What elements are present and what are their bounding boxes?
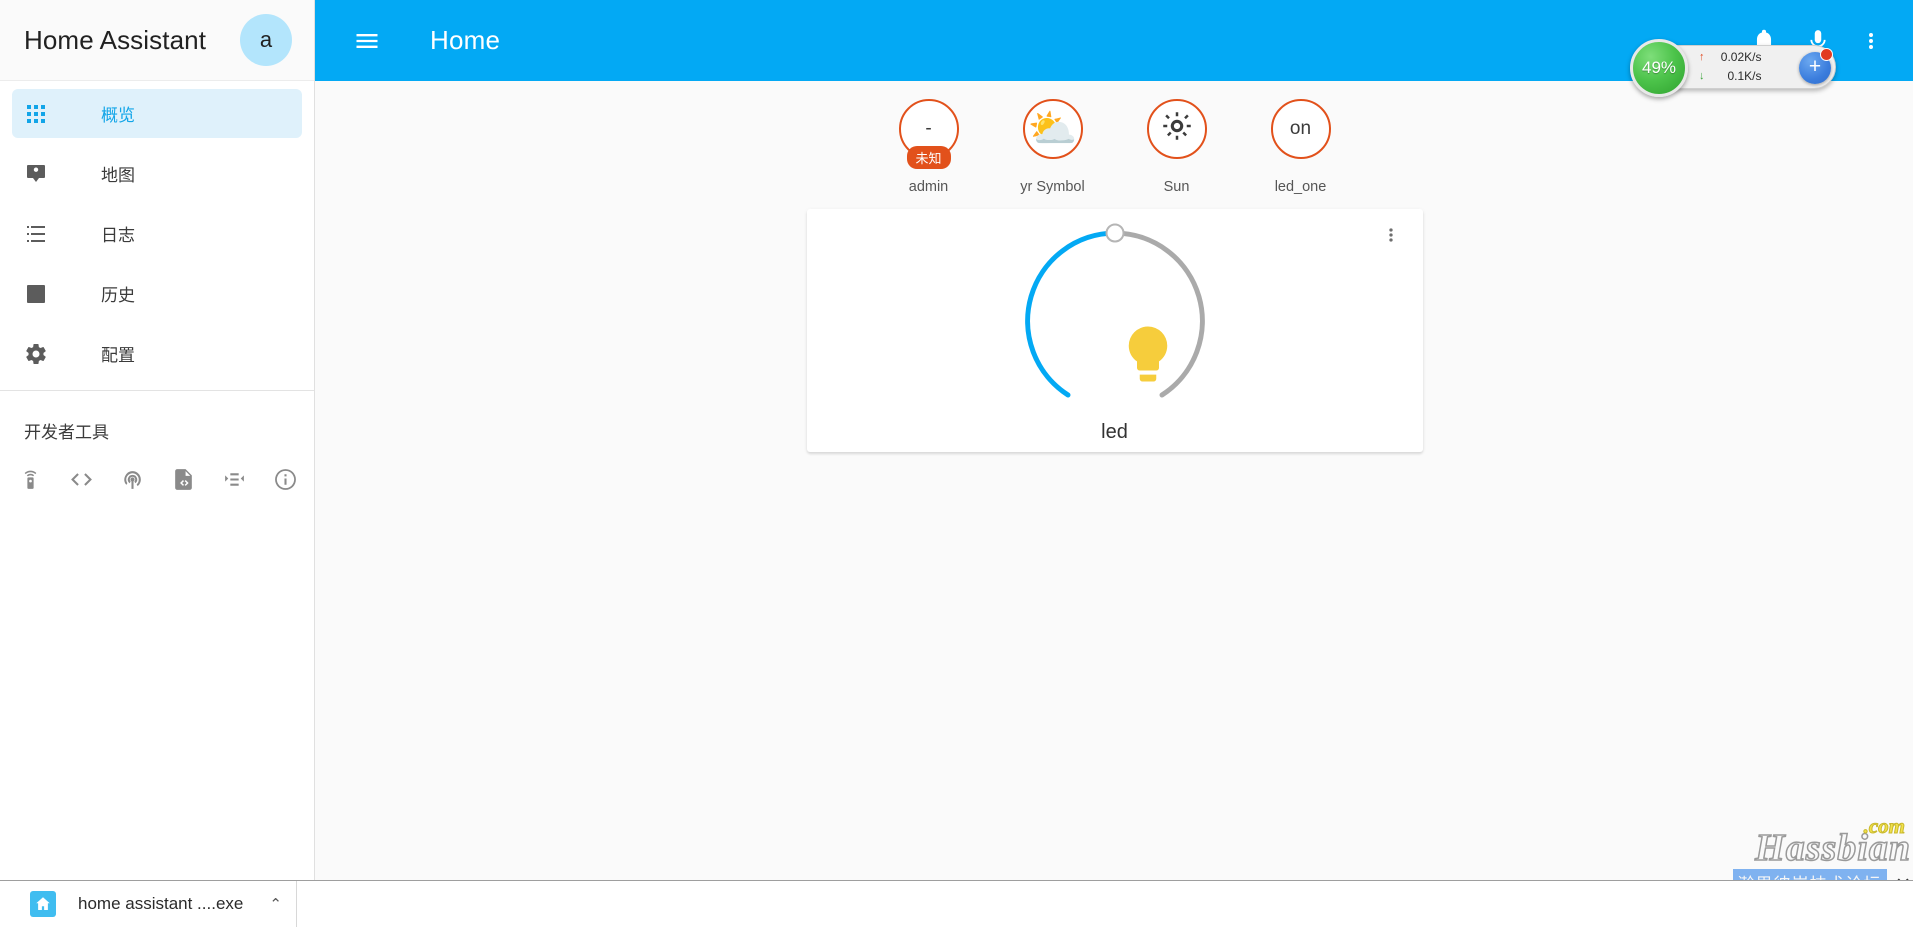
card-grid: led — [316, 209, 1913, 452]
arrow-up-icon: ↑ — [1699, 51, 1705, 64]
chart-box-icon — [24, 282, 68, 306]
badge-name: admin — [908, 179, 949, 195]
sun-icon — [1162, 111, 1192, 147]
badge-sun[interactable]: Sun — [1128, 99, 1226, 195]
brightness-handle — [1105, 223, 1124, 243]
chevron-up-icon[interactable]: ⌃ — [269, 895, 282, 913]
sidebar: Home Assistant a 概览 地图 日志 历史 配置 开发者工具 — [0, 0, 315, 880]
sidebar-item-label: 历史 — [101, 286, 135, 305]
badge-led-one[interactable]: on led_one — [1252, 99, 1350, 195]
brightness-dial[interactable] — [1017, 223, 1213, 419]
download-bar: home assistant ....exe ⌃ — [0, 880, 1913, 927]
sidebar-item-label: 日志 — [101, 226, 135, 245]
main-content: - 未知 admin ⛅ yr Symbol Sun on led_one le… — [316, 81, 1913, 880]
badge-row: - 未知 admin ⛅ yr Symbol Sun on led_one — [316, 81, 1913, 195]
download-file-name: home assistant ....exe — [78, 894, 244, 913]
notification-dot-badge — [1820, 48, 1833, 61]
upload-rate-value: 0.02K/s — [1720, 50, 1762, 65]
gear-icon — [24, 342, 68, 366]
cpu-gauge[interactable]: 49% — [1630, 39, 1688, 97]
dots-vertical-icon[interactable] — [1381, 225, 1401, 245]
sidebar-item-label: 配置 — [101, 346, 135, 365]
sidebar-item-overview[interactable]: 概览 — [12, 89, 302, 138]
badge-state-label: 未知 — [906, 146, 951, 169]
badge-admin[interactable]: - 未知 admin — [880, 99, 978, 195]
badge-value: on — [1289, 118, 1312, 139]
sidebar-item-logbook[interactable]: 日志 — [12, 209, 302, 258]
sidebar-item-label: 地图 — [101, 166, 135, 185]
badge-circle: on — [1270, 99, 1331, 159]
grid-icon — [24, 102, 68, 126]
network-rates: ↑ 0.02K/s ↓ 0.1K/s — [1699, 48, 1762, 85]
sidebar-item-configuration[interactable]: 配置 — [12, 329, 302, 378]
developer-tools-icons — [0, 443, 314, 492]
developer-tools-heading: 开发者工具 — [24, 423, 109, 442]
weather-partly-cloudy-icon: ⛅ — [1027, 107, 1078, 151]
badge-yr-symbol[interactable]: ⛅ yr Symbol — [1004, 99, 1102, 195]
hamburger-icon[interactable] — [353, 27, 381, 55]
arrow-down-icon: ↓ — [1699, 69, 1705, 82]
avatar[interactable]: a — [240, 14, 292, 66]
card-title: led — [1101, 421, 1128, 443]
sidebar-item-label: 概览 — [101, 106, 135, 125]
sidebar-item-map[interactable]: 地图 — [12, 149, 302, 198]
badge-value: - — [925, 118, 932, 139]
badge-name: Sun — [1163, 179, 1190, 195]
badge-circle: ⛅ — [1022, 99, 1083, 159]
format-list-icon — [24, 222, 68, 246]
sidebar-nav: 概览 地图 日志 历史 配置 — [0, 81, 314, 378]
light-card-led[interactable]: led — [806, 209, 1423, 452]
code-tags-icon[interactable] — [69, 467, 94, 492]
upload-rate-row: ↑ 0.02K/s — [1699, 48, 1762, 67]
remote-icon[interactable] — [18, 467, 43, 492]
sidebar-item-history[interactable]: 历史 — [12, 269, 302, 318]
broadcast-icon[interactable] — [120, 467, 145, 492]
page-title: Home — [430, 25, 501, 55]
badge-name: led_one — [1274, 179, 1327, 195]
network-speed-widget[interactable]: 49% ↑ 0.02K/s ↓ 0.1K/s + — [1630, 39, 1836, 97]
sidebar-header: Home Assistant a — [0, 0, 314, 81]
dots-vertical-icon[interactable] — [1859, 29, 1883, 53]
information-icon[interactable] — [273, 467, 298, 492]
home-assistant-icon — [30, 891, 56, 917]
format-indent-icon[interactable] — [222, 467, 247, 492]
file-code-icon[interactable] — [171, 467, 196, 492]
badge-circle — [1146, 99, 1207, 159]
download-rate-row: ↓ 0.1K/s — [1699, 67, 1762, 86]
home-assistant-app: Home Assistant a 概览 地图 日志 历史 配置 开发者工具 Ho… — [0, 0, 1913, 927]
download-item[interactable]: home assistant ....exe ⌃ — [0, 880, 297, 927]
badge-circle: - 未知 — [898, 99, 959, 169]
badge-name: yr Symbol — [1020, 179, 1085, 195]
map-marker-account-icon — [24, 162, 68, 186]
app-title: Home Assistant — [24, 24, 207, 55]
download-rate-value: 0.1K/s — [1727, 69, 1762, 83]
